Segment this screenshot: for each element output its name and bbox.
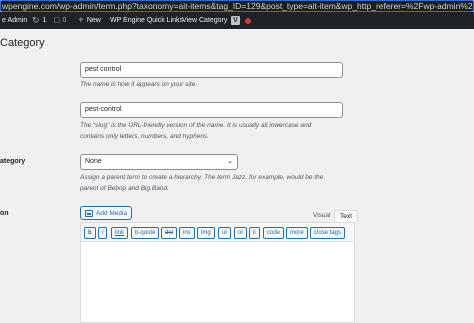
quicktag-link-button[interactable]: link xyxy=(111,227,129,239)
admin-bar-updates[interactable]: ↻ 1 xyxy=(32,12,46,29)
site-name-label[interactable]: e Admin xyxy=(2,17,27,24)
name-input[interactable]: pest control xyxy=(80,62,343,78)
slug-description: The “slug” is the URL-friendly version o… xyxy=(80,121,311,142)
quicktag-code-button[interactable]: code xyxy=(263,227,285,239)
updates-count: 1 xyxy=(42,17,47,24)
new-label: New xyxy=(86,17,101,24)
admin-bar-site-name[interactable]: e Admin xyxy=(2,12,27,29)
refresh-icon: ↻ xyxy=(32,15,40,25)
parent-description: Assign a parent term to create a hierarc… xyxy=(80,173,323,194)
quicktag-blockquote-button[interactable]: b-quote xyxy=(131,227,160,239)
parent-category-select[interactable]: None ⌄ xyxy=(80,154,238,170)
add-media-button[interactable]: Add Media xyxy=(80,206,133,220)
plus-icon: + xyxy=(78,15,84,26)
parent-category-label: ategory xyxy=(0,158,26,165)
admin-bar-comments[interactable]: □ 0 xyxy=(54,12,66,29)
tab-text[interactable]: Text xyxy=(334,210,358,222)
admin-bar-view-category[interactable]: View Category xyxy=(182,12,227,29)
quicktag-bold-button[interactable]: b xyxy=(84,227,96,239)
quicktag-ins-button[interactable]: ins xyxy=(179,227,195,239)
admin-bar-quick-links[interactable]: WP Engine Quick Links xyxy=(110,12,183,29)
add-media-label: Add Media xyxy=(96,209,128,217)
editor-textarea[interactable] xyxy=(80,242,355,323)
admin-bar-v-menu[interactable]: V xyxy=(231,12,240,29)
tab-visual[interactable]: Visual xyxy=(308,210,336,222)
comment-icon: □ xyxy=(54,15,60,25)
quicktag-ol-button[interactable]: ol xyxy=(234,227,247,239)
quick-links-label: WP Engine Quick Links xyxy=(110,17,184,24)
quicktag-ul-button[interactable]: ul xyxy=(218,227,231,239)
browser-url-bar[interactable]: wpengine.com/wp-admin/term.php?taxonomy=… xyxy=(0,0,474,12)
admin-bar: e Admin ↻ 1 □ 0 + New WP Engine Quick Li… xyxy=(0,12,474,29)
slug-description-line1: The “slug” is the URL-friendly version o… xyxy=(80,122,312,129)
quicktag-li-button[interactable]: li xyxy=(249,227,260,239)
comments-count: 0 xyxy=(62,17,67,24)
quicktag-img-button[interactable]: img xyxy=(197,227,215,239)
quicktags-toolbar: b i link b-quote del ins img ul ol li co… xyxy=(80,222,355,242)
quicktag-close-tags-button[interactable]: close tags xyxy=(310,227,346,239)
quicktag-more-button[interactable]: more xyxy=(286,227,308,239)
quicktag-del-button[interactable]: del xyxy=(161,227,178,239)
icon-label: on xyxy=(0,210,9,217)
quicktag-italic-button[interactable]: i xyxy=(98,227,108,239)
page-title: Category xyxy=(0,37,45,49)
slug-input[interactable]: pest-control xyxy=(80,102,343,118)
parent-description-line2: parent of Bebop and Big Band. xyxy=(80,184,169,192)
parent-selected-value: None xyxy=(85,158,102,165)
slug-description-line2: contains only letters, numbers, and hyph… xyxy=(80,132,209,140)
v-badge-icon: V xyxy=(231,16,240,25)
media-icon xyxy=(85,209,93,217)
name-description: The name is how it appears on your site. xyxy=(80,81,198,88)
admin-bar-status[interactable] xyxy=(245,12,251,29)
url-text[interactable]: wpengine.com/wp-admin/term.php?taxonomy=… xyxy=(1,1,473,11)
status-dot-icon xyxy=(245,17,251,24)
parent-description-line1: Assign a parent term to create a hierarc… xyxy=(80,174,324,181)
admin-bar-new[interactable]: + New xyxy=(78,12,101,29)
view-category-label: View Category xyxy=(182,17,228,24)
chevron-down-icon: ⌄ xyxy=(227,158,233,165)
